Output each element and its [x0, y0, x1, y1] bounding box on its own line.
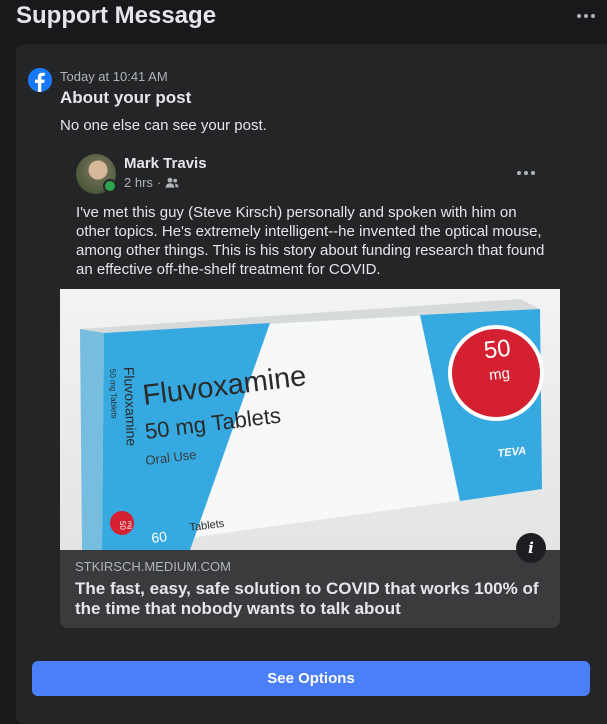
link-preview-image: 50 mg Fluvoxamine 50 mg Tablets Oral Use… [60, 289, 560, 550]
message-notice: No one else can see your post. [60, 117, 267, 134]
more-horizontal-icon [517, 171, 535, 175]
side-product-strength: 50 mg Tablets [108, 369, 119, 419]
mini-badge-unit: mg [126, 521, 132, 530]
link-domain: STKIRSCH.MEDIUM.COM [75, 559, 231, 574]
friends-icon [165, 177, 179, 189]
meta-separator: · [156, 175, 162, 190]
more-options-button[interactable] [574, 6, 598, 26]
tablet-count: 60 [150, 528, 168, 546]
badge-unit: mg [488, 365, 511, 384]
side-product-name: Fluvoxamine [121, 367, 140, 447]
avatar[interactable] [76, 154, 117, 194]
link-preview-card[interactable]: 50 mg Fluvoxamine 50 mg Tablets Oral Use… [60, 289, 560, 628]
info-icon[interactable]: i [516, 533, 546, 563]
post-time[interactable]: 2 hrs [124, 175, 153, 190]
page-title: Support Message [16, 2, 217, 29]
post-author-name[interactable]: Mark Travis [124, 155, 207, 172]
more-horizontal-icon [577, 14, 595, 18]
post-more-options-button[interactable] [514, 164, 538, 182]
link-title[interactable]: The fast, easy, safe solution to COVID t… [75, 579, 545, 619]
message-title: About your post [60, 88, 192, 107]
mini-badge-number: 50 [118, 521, 127, 531]
online-status-indicator [103, 179, 117, 193]
post-meta: 2 hrs · [124, 175, 179, 190]
facebook-icon [28, 68, 52, 92]
post-text: I've met this guy (Steve Kirsch) persona… [76, 204, 545, 278]
badge-number: 50 [483, 335, 512, 365]
see-options-button[interactable]: See Options [32, 661, 590, 696]
message-timestamp: Today at 10:41 AM [60, 69, 168, 84]
